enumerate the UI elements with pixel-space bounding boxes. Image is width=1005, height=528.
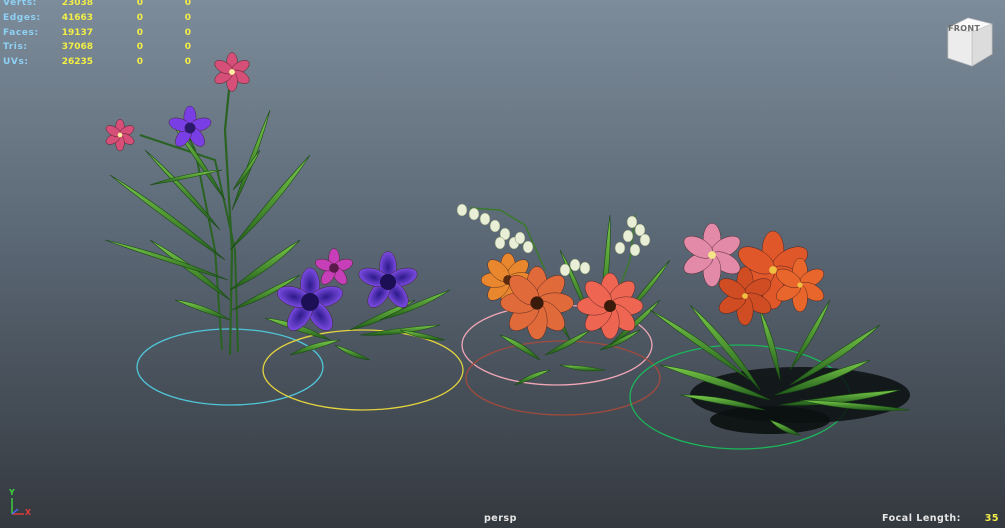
leaf	[289, 339, 341, 356]
flower-center	[797, 282, 803, 288]
bell-flower	[559, 263, 571, 277]
bell-flower	[514, 231, 526, 245]
flower-center	[229, 69, 235, 75]
flower-center	[604, 300, 616, 312]
leaf	[104, 239, 229, 281]
axis-y-label: Y	[9, 488, 15, 497]
hud-value: 0	[184, 57, 191, 68]
flower-center	[742, 293, 748, 299]
hud-value: 37068	[61, 42, 93, 53]
flower-center	[380, 274, 396, 290]
hud-label: Tris:	[3, 42, 28, 53]
hud-label: Faces:	[3, 27, 39, 38]
flower-center	[301, 293, 319, 311]
focal-length-readout: Focal Length: 35	[882, 513, 999, 524]
bell-flower	[468, 207, 480, 221]
leaf	[334, 344, 371, 361]
leaf	[231, 109, 271, 211]
leaf	[144, 149, 221, 231]
bell-flower	[629, 243, 641, 257]
leaf	[149, 239, 231, 301]
hud-value: 0	[136, 42, 143, 53]
hud-label: UVs:	[3, 57, 29, 68]
scene-canvas[interactable]	[0, 0, 1005, 528]
viewcube-icon[interactable]: FRONT	[940, 14, 996, 70]
hud-value: 0	[136, 12, 143, 23]
focal-length-value: 35	[984, 513, 999, 524]
bell-flower	[494, 236, 506, 250]
leaf	[514, 369, 551, 386]
leaf	[399, 329, 446, 341]
bell-flower	[639, 233, 651, 247]
bell-flower	[622, 229, 634, 243]
leaf	[559, 364, 606, 372]
leaf	[789, 299, 831, 371]
camera-name: persp	[484, 513, 517, 524]
leaf	[232, 149, 261, 191]
flower-center	[530, 296, 544, 310]
hud-value: 0	[136, 57, 143, 68]
bell-flower	[479, 212, 491, 226]
bell-flower	[489, 219, 501, 233]
flower-center	[708, 251, 716, 259]
flower-center	[329, 263, 339, 273]
hud-value: 26235	[61, 57, 93, 68]
bell-flower	[614, 241, 626, 255]
selection-ring	[262, 329, 464, 411]
hud-value: 0	[184, 12, 191, 23]
leaf	[229, 154, 311, 251]
leaf	[174, 299, 231, 321]
focal-length-label: Focal Length:	[882, 513, 961, 524]
bell-flower	[626, 215, 638, 229]
hud-value: 41663	[61, 12, 93, 23]
hud-value: 0	[184, 42, 191, 53]
flower-center	[117, 132, 123, 138]
hud-label: Edges:	[3, 12, 41, 23]
axis-x-label: X	[25, 508, 32, 517]
bell-flower	[569, 258, 581, 272]
hud-value: 0	[184, 0, 191, 8]
flower-center	[184, 122, 196, 134]
flower-center	[769, 266, 777, 274]
hud-value: 0	[136, 0, 143, 8]
hud-value: 0	[136, 27, 143, 38]
3d-viewport[interactable]: Verts: 23038 0 0 Edges: 41663 0 0 Faces: 19137 0 0 T…	[0, 0, 1005, 528]
bell-flower	[579, 261, 591, 275]
hud-value: 19137	[61, 27, 93, 38]
hud-value: 23038	[61, 0, 93, 8]
bell-flower	[522, 240, 534, 254]
bell-flower	[456, 203, 468, 217]
hud-value: 0	[184, 27, 191, 38]
hud-label: Verts:	[3, 0, 37, 8]
axis-gizmo-icon: Y X	[4, 488, 44, 524]
